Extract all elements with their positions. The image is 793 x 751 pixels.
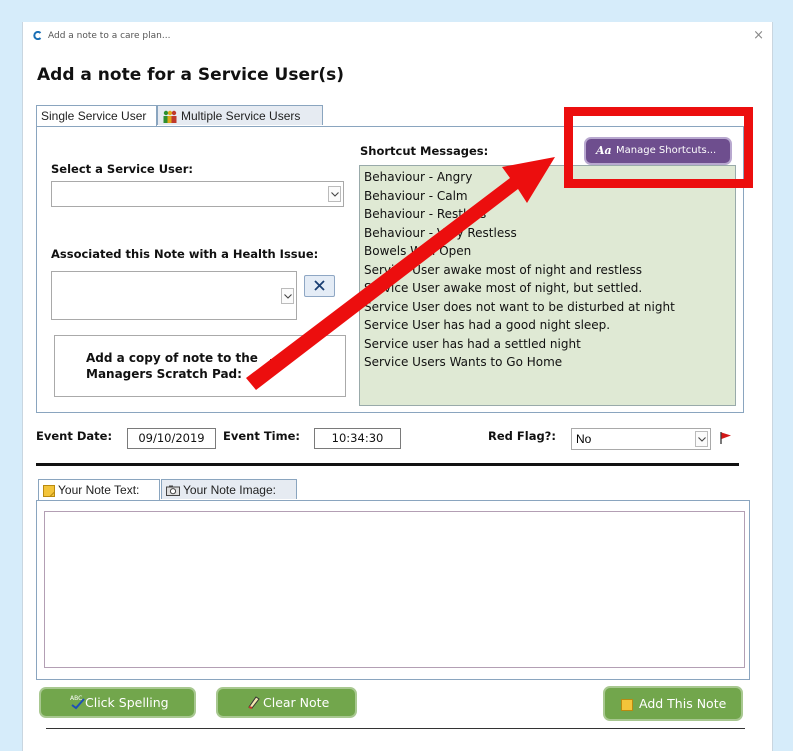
note-icon xyxy=(43,484,55,497)
tab-single-service-user[interactable]: Single Service User xyxy=(36,105,157,126)
tab-label: Your Note Text: xyxy=(58,483,140,497)
dialog-window: Add a note to a care plan... × Add a not… xyxy=(22,22,773,751)
tab-label: Single Service User xyxy=(41,109,147,123)
annotation-arrow-icon xyxy=(246,157,555,390)
tab-your-note-text[interactable]: Your Note Text: xyxy=(38,479,160,500)
